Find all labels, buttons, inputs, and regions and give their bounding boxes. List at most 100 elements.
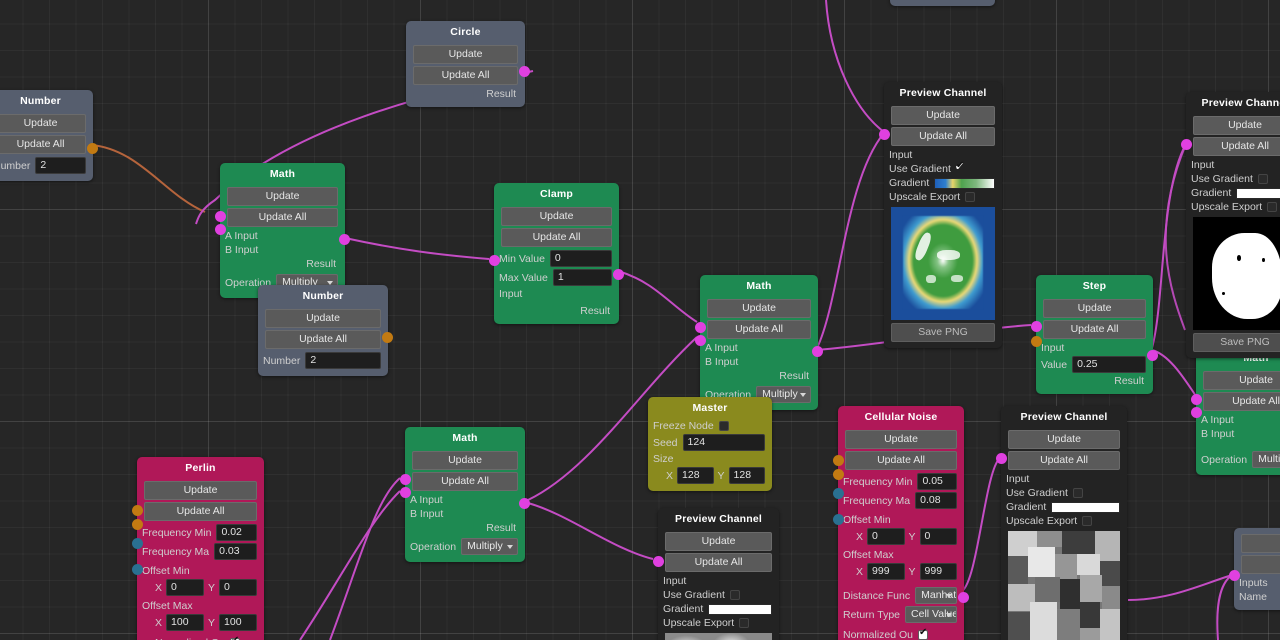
output-socket-result[interactable]	[958, 592, 969, 603]
update-all-button[interactable]: Update All	[891, 127, 995, 146]
update-all-button[interactable]	[1241, 555, 1280, 574]
node-master[interactable]: Master Freeze Node Seed 124 Size X 128 Y…	[648, 397, 772, 491]
upscale-export-checkbox[interactable]	[1082, 516, 1092, 526]
gradient-swatch[interactable]	[708, 604, 772, 615]
upscale-export-checkbox[interactable]	[965, 192, 975, 202]
update-all-button[interactable]: Update All	[144, 502, 257, 521]
offset-max-y-input[interactable]: 999	[920, 563, 957, 580]
node-preview-cells[interactable]: Preview Channel Update Update All Input …	[1001, 406, 1127, 640]
update-all-button[interactable]: Update All	[845, 451, 957, 470]
output-socket-result[interactable]	[519, 66, 530, 77]
frequency-max-input[interactable]: 0.03	[214, 543, 257, 560]
node-preview-noise[interactable]: Preview Channel Update Update All Input …	[658, 508, 779, 640]
frequency-min-socket[interactable]	[132, 505, 143, 516]
use-gradient-checkbox[interactable]	[730, 590, 740, 600]
input-socket-a[interactable]	[215, 211, 226, 222]
use-gradient-checkbox[interactable]: ✔	[956, 164, 966, 174]
update-all-button[interactable]: Update All	[265, 330, 381, 349]
inputs-socket[interactable]	[1229, 570, 1240, 581]
offset-min-y-input[interactable]: 0	[219, 579, 257, 596]
max-value-input[interactable]: 1	[553, 269, 612, 286]
input-socket-a[interactable]	[695, 322, 706, 333]
update-button[interactable]: Update	[227, 187, 338, 206]
output-socket-result[interactable]	[519, 498, 530, 509]
frequency-max-socket[interactable]	[833, 469, 844, 480]
offset-min-x-input[interactable]: 0	[166, 579, 204, 596]
save-png-button[interactable]: Save PNG	[1193, 333, 1280, 352]
return-type-select[interactable]: Cell Value	[905, 606, 957, 623]
update-all-button[interactable]: Update All	[413, 66, 518, 85]
node-step[interactable]: Step Update Update All Input Value 0.25 …	[1036, 275, 1153, 394]
gradient-swatch[interactable]	[1051, 502, 1120, 513]
input-socket[interactable]	[1181, 139, 1192, 150]
input-socket-b[interactable]	[400, 487, 411, 498]
node-combine[interactable]: Inputs Name	[1234, 528, 1280, 610]
node-number-left[interactable]: Number Update Update All Number 2	[0, 90, 93, 181]
output-socket-result[interactable]	[339, 234, 350, 245]
update-button[interactable]: Update	[1193, 116, 1280, 135]
update-all-button[interactable]: Update All	[1043, 320, 1146, 339]
offset-max-x-input[interactable]: 999	[867, 563, 904, 580]
update-button[interactable]: Update	[412, 451, 518, 470]
update-button[interactable]: Update	[413, 45, 518, 64]
node-number-mid[interactable]: Number Update Update All Number 2	[258, 285, 388, 376]
offset-min-y-input[interactable]: 0	[920, 528, 957, 545]
frequency-min-input[interactable]: 0.05	[917, 473, 957, 490]
node-preview-silhouette[interactable]: Preview Channel Update Update All Input …	[1186, 92, 1280, 358]
node-preview-island[interactable]: Preview Channel Update Update All Input …	[884, 82, 1002, 348]
update-button[interactable]: Update	[265, 309, 381, 328]
node-math-2[interactable]: Math Update Update All A Input B Input R…	[700, 275, 818, 410]
update-button[interactable]: Update	[845, 430, 957, 449]
update-all-button[interactable]: Update All	[1008, 451, 1120, 470]
offset-min-socket[interactable]	[132, 538, 143, 549]
value-input[interactable]: 0.25	[1072, 356, 1146, 373]
input-socket-b[interactable]	[695, 335, 706, 346]
node-math-5[interactable]: Math Update Update All A Input B Input O…	[1196, 347, 1280, 475]
update-button[interactable]: Update	[1203, 371, 1280, 390]
update-all-button[interactable]: Update All	[501, 228, 612, 247]
offset-max-socket[interactable]	[833, 514, 844, 525]
use-gradient-checkbox[interactable]	[1073, 488, 1083, 498]
update-all-button[interactable]: Update All	[707, 320, 811, 339]
frequency-max-socket[interactable]	[132, 519, 143, 530]
operation-select[interactable]: Multiply	[1252, 451, 1280, 468]
gradient-swatch[interactable]	[1236, 188, 1280, 199]
update-button[interactable]: Update	[144, 481, 257, 500]
offset-min-socket[interactable]	[833, 488, 844, 499]
offset-max-x-input[interactable]: 100	[166, 614, 204, 631]
normalized-output-checkbox[interactable]	[918, 630, 928, 640]
output-socket-result[interactable]	[613, 269, 624, 280]
upscale-export-checkbox[interactable]	[739, 618, 749, 628]
size-x-input[interactable]: 128	[677, 467, 713, 484]
output-socket[interactable]	[87, 143, 98, 154]
number-input[interactable]: 2	[35, 157, 86, 174]
node-math-1[interactable]: Math Update Update All A Input B Input R…	[220, 163, 345, 298]
update-button[interactable]: Update	[1008, 430, 1120, 449]
output-socket[interactable]	[382, 332, 393, 343]
node-perlin[interactable]: Perlin Update Update All Frequency Min 0…	[137, 457, 264, 640]
node-clamp[interactable]: Clamp Update Update All Min Value 0 Max …	[494, 183, 619, 324]
input-socket[interactable]	[653, 556, 664, 567]
frequency-min-socket[interactable]	[833, 455, 844, 466]
update-button[interactable]: Update	[1043, 299, 1146, 318]
frequency-max-input[interactable]: 0.08	[915, 492, 957, 509]
input-socket[interactable]	[1031, 321, 1042, 332]
gradient-swatch[interactable]	[934, 178, 995, 189]
update-button[interactable]: Update	[0, 114, 86, 133]
save-png-button[interactable]: Save PNG	[891, 323, 995, 342]
value-socket[interactable]	[1031, 336, 1042, 347]
update-all-button[interactable]: Update All	[227, 208, 338, 227]
operation-select[interactable]: Multiply	[461, 538, 518, 555]
update-all-button[interactable]: Update All	[1203, 392, 1280, 411]
frequency-min-input[interactable]: 0.02	[216, 524, 257, 541]
min-value-input[interactable]: 0	[550, 250, 612, 267]
node-partial-top[interactable]	[890, 0, 995, 6]
seed-input[interactable]: 124	[683, 434, 765, 451]
distance-func-select[interactable]: Manhattan	[915, 587, 957, 604]
node-math-4[interactable]: Math Update Update All A Input B Input R…	[405, 427, 525, 562]
upscale-export-checkbox[interactable]	[1267, 202, 1277, 212]
input-socket-a[interactable]	[1191, 394, 1202, 405]
offset-max-y-input[interactable]: 100	[219, 614, 257, 631]
input-socket-b[interactable]	[1191, 407, 1202, 418]
size-y-input[interactable]: 128	[729, 467, 765, 484]
